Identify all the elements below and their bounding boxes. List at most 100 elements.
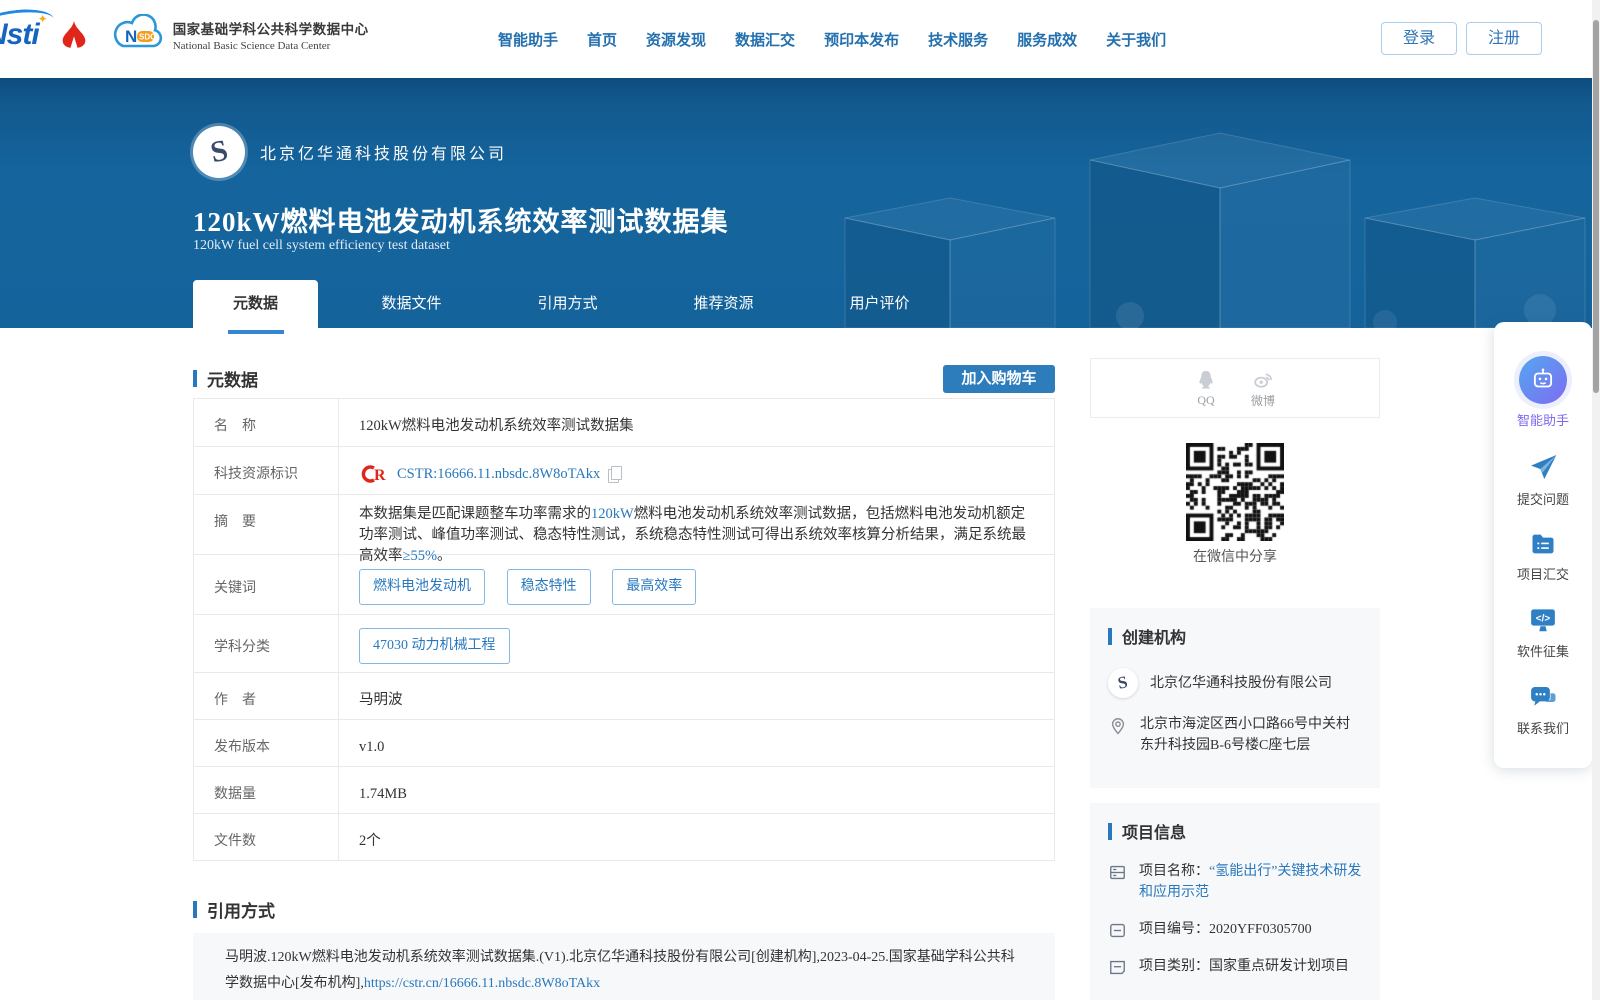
nav-home[interactable]: 首页 [587, 29, 617, 50]
nsdc-name-cn: 国家基础学科公共科学数据中心 [172, 22, 369, 37]
scrollbar-track[interactable] [1592, 0, 1600, 1000]
nav-about-us[interactable]: 关于我们 [1106, 29, 1166, 50]
creator-org-link[interactable]: 北京亿华通科技股份有限公司 [1150, 673, 1332, 694]
row-value: 120kW燃料电池发动机系统效率测试数据集 [359, 418, 634, 434]
table-row-abstract: 摘 要 本数据集是匹配课题整车功率需求的120kW燃料电池发动机系统效率测试数据… [194, 495, 1054, 564]
share-weibo[interactable]: 微博 [1251, 368, 1275, 409]
cstr-identifier[interactable]: CSTR:16666.11.nbsdc.8W8oTAkx [397, 462, 600, 486]
quick-software-collection[interactable]: </> 软件征集 [1517, 605, 1569, 660]
keyword-tag[interactable]: 燃料电池发动机 [359, 569, 485, 605]
tab-reviews[interactable]: 用户评价 [817, 280, 942, 328]
keyword-tag[interactable]: 最高效率 [612, 569, 697, 605]
table-row-name: 名 称 120kW燃料电池发动机系统效率测试数据集 [194, 399, 1054, 447]
citation-section-title: 引用方式 [207, 902, 275, 921]
row-label: 学科分类 [194, 615, 339, 672]
row-value: 2个 [359, 833, 381, 849]
subject-tag[interactable]: 47030 动力机械工程 [359, 628, 510, 664]
robot-icon [1518, 356, 1567, 404]
paper-plane-icon [1530, 455, 1557, 479]
nav-service-results[interactable]: 服务成效 [1017, 29, 1077, 50]
folder-list-icon [1532, 534, 1554, 554]
project-section-header: 项目信息 [1108, 819, 1362, 843]
creator-address: 北京市海淀区西小口路66号中关村东升科技园B-6号楼C座七层 [1140, 717, 1350, 753]
citation-box: 马明波.120kW燃料电池发动机系统效率测试数据集.(V1).北京亿华通科技股份… [193, 933, 1055, 1000]
copy-icon[interactable] [608, 466, 623, 483]
qq-label: QQ [1197, 392, 1215, 407]
citation-link[interactable]: https://cstr.cn/16666.11.nbsdc.8W8oTAkx [364, 976, 600, 991]
share-box: QQ 微博 [1090, 358, 1380, 418]
quick-project-submission[interactable]: 项目汇交 [1517, 530, 1569, 583]
table-row-filecount: 文件数 2个 [194, 814, 1054, 861]
creator-section-title: 创建机构 [1122, 630, 1187, 647]
nav-tech-service[interactable]: 技术服务 [928, 29, 988, 50]
nav-data-submission[interactable]: 数据汇交 [735, 29, 795, 50]
page: ✦ Nsti N SDC 国家基础学科公共科学数据中心 National Bas… [0, 0, 1600, 1000]
row-label: 发布版本 [194, 720, 339, 766]
row-value: 马明波 [359, 692, 403, 708]
svg-text:N: N [125, 27, 137, 46]
project-name-row: 项目名称：“氢能出行”关键技术研发和应用示范 [1108, 861, 1362, 903]
quick-submit-question[interactable]: 提交问题 [1517, 451, 1569, 508]
org-logo-glyph: S [207, 133, 231, 170]
share-qq[interactable]: QQ [1195, 369, 1217, 408]
nav-preprint[interactable]: 预印本发布 [824, 29, 899, 50]
tab-bar: 元数据 数据文件 引用方式 推荐资源 用户评价 [193, 280, 973, 334]
project-category-icon [1110, 960, 1125, 975]
quick-contact-us[interactable]: 联系我们 [1517, 682, 1569, 737]
section-accent-bar [1108, 627, 1112, 645]
project-number-icon [1110, 923, 1125, 938]
logo-group: ✦ Nsti N SDC 国家基础学科公共科学数据中心 National Bas… [0, 6, 369, 56]
nav-ai-assistant[interactable]: 智能助手 [498, 29, 558, 50]
nav-resource-discovery[interactable]: 资源发现 [646, 29, 706, 50]
section-accent-bar [193, 370, 197, 387]
quick-label: 软件征集 [1516, 644, 1569, 659]
row-value: v1.0 [359, 739, 385, 755]
project-section-title: 项目信息 [1122, 825, 1187, 842]
qq-icon [1199, 370, 1213, 389]
quick-action-panel: 智能助手 提交问题 项目汇交 </> 软件征集 联系我们 [1494, 322, 1592, 768]
project-number-label: 项目编号： [1139, 922, 1209, 937]
row-label: 关键词 [194, 555, 339, 614]
quick-ai-assistant[interactable]: 智能助手 [1517, 356, 1569, 429]
row-label: 文件数 [194, 814, 339, 860]
wechat-share-qr-code [1186, 443, 1284, 541]
abstract-text: 本数据集是匹配课题整车功率需求的120kW燃料电池发动机系统效率测试数据，包括燃… [359, 506, 1026, 564]
tab-data-files[interactable]: 数据文件 [349, 280, 474, 328]
quick-label: 提交问题 [1516, 492, 1569, 507]
project-category-row: 项目类别：国家重点研发计划项目 [1108, 956, 1362, 977]
active-tab-underline [227, 330, 284, 334]
tab-citation[interactable]: 引用方式 [505, 280, 630, 328]
org-logo: S [193, 126, 245, 178]
metadata-section-title: 元数据 [207, 371, 258, 390]
keyword-tag[interactable]: 稳态特性 [506, 569, 591, 605]
row-label: 摘 要 [194, 495, 339, 554]
table-row-size: 数据量 1.74MB [194, 767, 1054, 814]
table-row-subject: 学科分类 47030 动力机械工程 [194, 615, 1054, 673]
location-pin-icon [1111, 718, 1125, 735]
svg-text:SDC: SDC [139, 33, 156, 42]
tab-metadata-label: 元数据 [232, 295, 278, 312]
table-row-version: 发布版本 v1.0 [194, 720, 1054, 767]
org-name: 北京亿华通科技股份有限公司 [260, 146, 508, 163]
scrollbar-thumb[interactable] [1593, 20, 1599, 393]
top-header: ✦ Nsti N SDC 国家基础学科公共科学数据中心 National Bas… [0, 0, 1600, 78]
tab-metadata[interactable]: 元数据 [193, 280, 318, 334]
hero-banner: S 北京亿华通科技股份有限公司 120kW燃料电池发动机系统效率测试数据集 12… [0, 78, 1600, 334]
nsdc-name-en: National Basic Science Data Center [172, 40, 331, 52]
row-label: 科技资源标识 [194, 447, 339, 494]
quick-label: 智能助手 [1516, 413, 1569, 428]
tab-recommended[interactable]: 推荐资源 [661, 280, 786, 328]
row-value: 1.74MB [359, 786, 407, 802]
quick-label: 联系我们 [1516, 721, 1569, 736]
project-number-value: 2020YFF0305700 [1209, 922, 1312, 937]
cstr-logo-icon: R [361, 465, 386, 484]
register-button[interactable]: 注册 [1466, 22, 1542, 55]
project-number-row: 项目编号：2020YFF0305700 [1108, 919, 1362, 940]
add-to-cart-button[interactable]: 加入购物车 [943, 365, 1055, 393]
creator-org-row: S 北京亿华通科技股份有限公司 [1108, 668, 1362, 698]
metadata-table: 名 称 120kW燃料电池发动机系统效率测试数据集 科技资源标识 R CSTR:… [193, 398, 1055, 861]
login-button[interactable]: 登录 [1381, 22, 1457, 55]
citation-text: 马明波.120kW燃料电池发动机系统效率测试数据集.(V1).北京亿华通科技股份… [225, 950, 1015, 991]
nsdc-cloud-icon: N SDC [113, 14, 162, 48]
weibo-label: 微博 [1250, 393, 1275, 408]
